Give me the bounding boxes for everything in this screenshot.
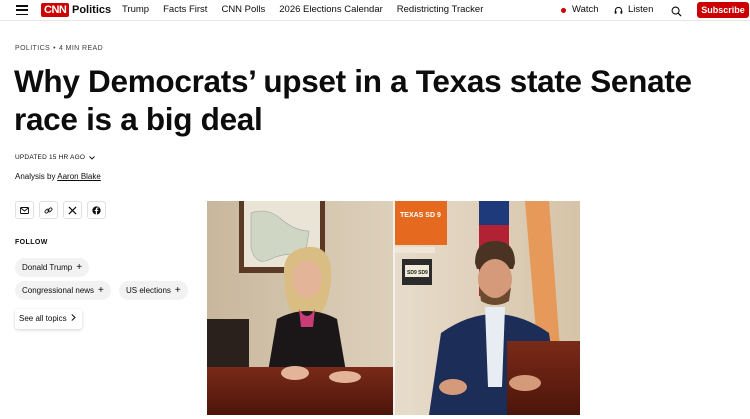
headphones-icon (614, 6, 623, 14)
follow-topic-us-elections[interactable]: US elections + (119, 281, 188, 300)
nav-link-elections-calendar[interactable]: 2026 Elections Calendar (279, 3, 383, 17)
byline: Analysis by Aaron Blake (15, 172, 101, 181)
share-bar (15, 201, 111, 219)
chevron-down-icon (89, 155, 95, 160)
listen-label: Listen (628, 4, 654, 15)
live-dot-icon (561, 7, 566, 13)
watch-label: Watch (572, 4, 599, 15)
follow-topic-congressional-news[interactable]: Congressional news + (15, 281, 111, 300)
email-share-button[interactable] (15, 201, 34, 219)
plus-icon: + (76, 262, 83, 273)
follow-label: Follow (15, 239, 48, 246)
nav-link-cnn-polls[interactable]: CNN Polls (221, 3, 265, 17)
facebook-share-button[interactable] (87, 201, 106, 219)
chevron-right-icon (71, 314, 76, 321)
section-title[interactable]: Politics (72, 3, 111, 17)
x-icon (68, 205, 77, 215)
lead-photo: TEXAS SD 9 SD9 SD9 (207, 201, 580, 415)
nav-link-facts-first[interactable]: Facts First (163, 3, 207, 17)
see-all-label: See all topics (19, 314, 67, 323)
lead-photo-image: TEXAS SD 9 SD9 SD9 (207, 201, 580, 415)
link-icon (44, 206, 53, 214)
watch-button[interactable]: Watch (561, 3, 599, 17)
nav-link-trump[interactable]: Trump (122, 3, 149, 17)
cnn-logo[interactable]: CNN (41, 3, 70, 17)
byline-prefix: Analysis by (15, 172, 56, 181)
topic-label: Donald Trump (22, 263, 73, 272)
top-nav: CNN Politics Trump Facts First CNN Polls… (0, 0, 750, 21)
listen-button[interactable]: Listen (614, 3, 653, 17)
copy-link-button[interactable] (39, 201, 58, 219)
plus-icon: + (98, 285, 104, 296)
x-share-button[interactable] (63, 201, 82, 219)
updated-label: Updated 15 hr ago (15, 154, 86, 161)
plus-icon: + (174, 285, 181, 296)
follow-topic-donald-trump[interactable]: Donald Trump + (15, 258, 90, 277)
svg-text:TEXAS SD 9: TEXAS SD 9 (400, 212, 441, 219)
svg-text:SD9 SD9: SD9 SD9 (407, 270, 428, 276)
author-link[interactable]: Aaron Blake (57, 172, 101, 181)
topic-label: Congressional news (22, 286, 95, 295)
article-headline: Why Democrats’ upset in a Texas state Se… (14, 63, 692, 137)
subscribe-button[interactable]: Subscribe (697, 2, 749, 18)
menu-icon[interactable] (16, 5, 28, 15)
kicker-section[interactable]: Politics (15, 45, 50, 52)
search-icon[interactable] (671, 4, 682, 22)
article-kicker: Politics • 4 min read (15, 45, 104, 52)
see-all-topics-button[interactable]: See all topics (15, 309, 82, 329)
topic-label: US elections (126, 286, 171, 295)
updated-timestamp[interactable]: Updated 15 hr ago (15, 154, 95, 161)
email-icon (20, 206, 29, 214)
nav-links: Trump Facts First CNN Polls 2026 Electio… (122, 3, 497, 17)
facebook-icon (92, 205, 101, 215)
nav-link-redistricting-tracker[interactable]: Redistricting Tracker (397, 3, 484, 17)
kicker-read-time: 4 min read (58, 45, 104, 52)
